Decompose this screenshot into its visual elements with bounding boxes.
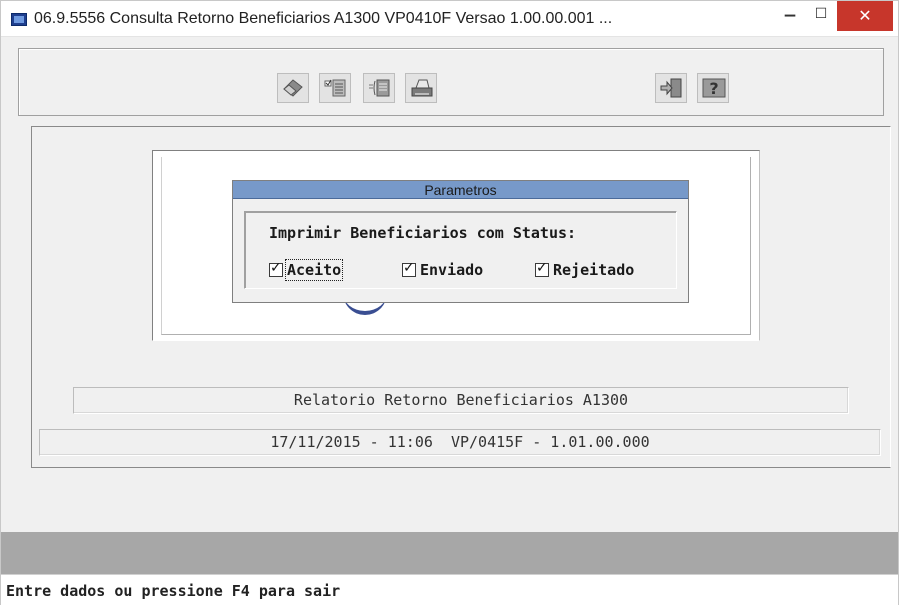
checkbox-enviado[interactable]: Enviado [402,260,483,280]
checkbox-rejeitado-label: Rejeitado [553,261,635,279]
print-button[interactable] [405,73,437,103]
title-bar[interactable]: 06.9.5556 Consulta Retorno Beneficiarios… [1,1,898,37]
app-window: 06.9.5556 Consulta Retorno Beneficiarios… [0,0,899,605]
help-button[interactable]: ? [697,73,729,103]
window-title: 06.9.5556 Consulta Retorno Beneficiarios… [34,10,613,27]
help-icon: ? [702,78,726,98]
status-message: Entre dados ou pressione F4 para sair [6,582,341,600]
status-group-label: Imprimir Beneficiarios com Status: [269,224,577,242]
minimize-button[interactable]: − [775,1,805,31]
maximize-button[interactable]: ☐ [807,1,835,31]
checklist-icon [324,79,346,97]
exit-button[interactable] [655,73,687,103]
checkbox-aceito-label: Aceito [284,259,344,281]
checkbox-enviado-label: Enviado [420,261,484,279]
app-icon [11,13,27,26]
list-button[interactable] [363,73,395,103]
close-button[interactable]: ✕ [837,1,893,31]
svg-text:?: ? [709,79,718,98]
checklist-button[interactable] [319,73,351,103]
status-bar: Entre dados ou pressione F4 para sair [1,574,898,605]
check-icon[interactable] [535,260,549,277]
checkbox-aceito[interactable]: Aceito [269,259,344,281]
check-icon[interactable] [269,260,283,277]
report-info-field: 17/11/2015 - 11:06 VP/0415F - 1.01.00.00… [39,429,881,456]
check-icon[interactable] [402,260,416,277]
eraser-button[interactable] [277,73,309,103]
dialog-title: Parametros [233,181,688,199]
eraser-icon [283,79,303,97]
parameters-dialog: Parametros Imprimir Beneficiarios com St… [232,180,689,303]
status-group: Imprimir Beneficiarios com Status: Aceit… [244,211,677,289]
report-name-field: Relatorio Retorno Beneficiarios A1300 [73,387,849,414]
status-area [1,532,898,574]
checkbox-rejeitado[interactable]: Rejeitado [535,260,634,280]
printer-icon [411,79,433,97]
toolbar [18,48,884,116]
exit-door-icon [660,78,682,98]
list-arrow-icon [369,79,390,97]
